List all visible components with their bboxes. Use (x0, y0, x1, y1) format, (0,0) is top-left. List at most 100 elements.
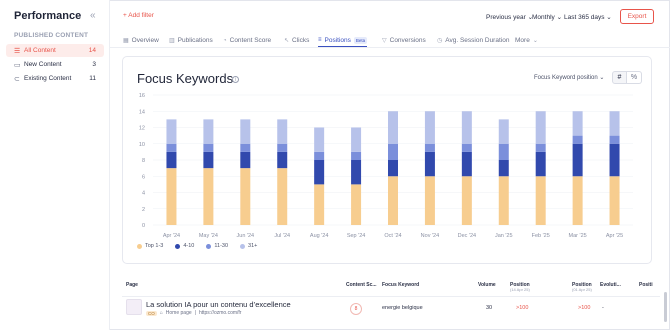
bar-segment-4[interactable] (277, 119, 288, 144)
bar-segment-2[interactable] (424, 151, 435, 177)
bar-segment-1[interactable] (388, 176, 398, 225)
add-filter-button[interactable]: + Add filter (123, 12, 154, 19)
bar-segment-1[interactable] (351, 184, 362, 225)
bar-segment-3[interactable] (351, 151, 362, 160)
bar-segment-2[interactable] (203, 151, 214, 169)
bar-segment-3[interactable] (424, 143, 435, 152)
tab-clicks[interactable]: ↖ Clicks (284, 34, 309, 47)
column-header-volume[interactable]: Volume (478, 282, 496, 288)
bar-segment-1[interactable] (535, 176, 546, 225)
column-header-position-current[interactable]: Position (14 Apr 25) (510, 282, 530, 293)
bar-segment-3[interactable] (166, 143, 177, 152)
column-header-date: (01 Apr 25) (572, 287, 592, 292)
column-header-page[interactable]: Page (126, 282, 138, 288)
column-header-focus-keyword[interactable]: Focus Keyword (382, 282, 419, 288)
bar-segment-2[interactable] (609, 143, 620, 177)
double-chevron-left-icon[interactable]: « (90, 10, 96, 21)
bar-segment-2[interactable] (461, 151, 472, 177)
column-header-content-score[interactable]: Content Sc... (346, 282, 377, 288)
bar-segment-4[interactable] (351, 127, 362, 152)
sidebar-item-all-content[interactable]: ☰ All Content 14 (6, 44, 104, 57)
tab-positions[interactable]: ≡ Positions Beta (318, 34, 368, 47)
grid-icon: ▦ (123, 38, 129, 44)
bar-segment-3[interactable] (203, 143, 214, 152)
bar-segment-3[interactable] (240, 143, 251, 152)
bar-segment-1[interactable] (166, 168, 177, 225)
bar-segment-1[interactable] (314, 184, 325, 225)
bar-segment-4[interactable] (461, 111, 472, 144)
absolute-toggle-button[interactable]: # (612, 71, 627, 84)
bar-segment-2[interactable] (498, 160, 509, 177)
column-header-position-previous[interactable]: Position (01 Apr 25) (572, 282, 592, 293)
bar-segment-1[interactable] (424, 176, 435, 225)
row-page-title-link[interactable]: La solution IA pour un contenu d’excelle… (146, 300, 291, 309)
legend-item[interactable]: 31+ (240, 243, 257, 249)
bar-segment-3[interactable] (535, 143, 546, 152)
bar-segment-4[interactable] (535, 111, 546, 144)
focus-keyword-position-select[interactable]: Focus Keyword position ⌄ (534, 74, 604, 81)
column-header-evolution[interactable]: Evoluti... (600, 282, 621, 288)
bar-segment-3[interactable] (314, 151, 325, 160)
bar-segment-2[interactable] (351, 160, 362, 185)
bar-segment-4[interactable] (498, 119, 509, 144)
bar-segment-1[interactable] (277, 168, 288, 225)
bar-segment-4[interactable] (203, 119, 214, 144)
info-icon[interactable]: i (232, 76, 239, 83)
bar-segment-2[interactable] (166, 151, 177, 169)
position-current-cell: >100 (516, 305, 529, 311)
legend-item[interactable]: Top 1-3 (137, 243, 163, 249)
bar-segment-1[interactable] (572, 176, 583, 225)
legend-item[interactable]: 4-10 (175, 243, 194, 249)
percent-toggle-button[interactable]: % (627, 71, 642, 84)
bar-segment-4[interactable] (240, 119, 251, 144)
bar-segment-4[interactable] (388, 111, 398, 144)
bar-segment-2[interactable] (240, 151, 251, 169)
x-tick-label: Apr '24 (163, 233, 180, 239)
sidebar-item-new-content[interactable]: ▭ New Content 3 (6, 58, 104, 71)
range-select[interactable]: Last 365 days ⌄ (564, 13, 612, 21)
bar-segment-1[interactable] (461, 176, 472, 225)
bar-segment-2[interactable] (314, 160, 325, 185)
tab-overview[interactable]: ▦ Overview (123, 34, 159, 47)
bar-segment-2[interactable] (277, 151, 288, 169)
bar-segment-2[interactable] (388, 160, 398, 177)
x-tick-label: Jul '24 (274, 233, 290, 239)
bar-segment-3[interactable] (498, 143, 509, 160)
x-tick-label: Feb '25 (532, 233, 550, 239)
bar-segment-1[interactable] (240, 168, 251, 225)
bar-segment-2[interactable] (572, 143, 583, 177)
column-header-position-extra[interactable]: Positi (639, 282, 653, 288)
vertical-scrollbar[interactable] (664, 292, 667, 322)
tab-content-score[interactable]: ◔ Content Score (223, 34, 271, 47)
tab-publications[interactable]: ▥ Publications (169, 34, 213, 47)
tab-more[interactable]: More ⌄ (515, 34, 538, 47)
legend-item[interactable]: 11-30 (206, 243, 228, 249)
bar-segment-1[interactable] (609, 176, 620, 225)
tab-conversions[interactable]: ▽ Conversions (382, 34, 426, 47)
sidebar-item-label: New Content (24, 61, 62, 68)
bar-segment-1[interactable] (498, 176, 509, 225)
funnel-icon: ▽ (382, 38, 387, 44)
tab-label: Overview (131, 37, 159, 44)
period-select[interactable]: Previous year ⌄ (486, 13, 533, 21)
chevron-down-icon: ⌄ (556, 14, 563, 21)
export-button[interactable]: Export (620, 9, 654, 24)
bar-segment-3[interactable] (277, 143, 288, 152)
bar-segment-3[interactable] (388, 143, 398, 160)
bar-segment-4[interactable] (314, 127, 325, 152)
granularity-select[interactable]: Monthly ⌄ (532, 13, 562, 21)
bar-segment-4[interactable] (166, 119, 177, 144)
bar-segment-1[interactable] (203, 168, 214, 225)
bar-segment-3[interactable] (572, 135, 583, 144)
bar-segment-4[interactable] (424, 111, 435, 144)
x-tick-label: Sep '24 (347, 233, 365, 239)
bar-segment-4[interactable] (609, 111, 620, 136)
tab-avg-session-duration[interactable]: ◷ Avg. Session Duration (437, 34, 509, 47)
bar-segment-3[interactable] (609, 135, 620, 144)
bar-segment-4[interactable] (572, 111, 583, 136)
sidebar-item-existing-content[interactable]: ⊂ Existing Content 11 (6, 72, 104, 85)
bar-segment-3[interactable] (461, 143, 472, 152)
page-url[interactable]: https://ozmo.com/fr (199, 310, 242, 316)
bar-segment-2[interactable] (535, 151, 546, 177)
select-value: Focus Keyword position (534, 75, 598, 81)
